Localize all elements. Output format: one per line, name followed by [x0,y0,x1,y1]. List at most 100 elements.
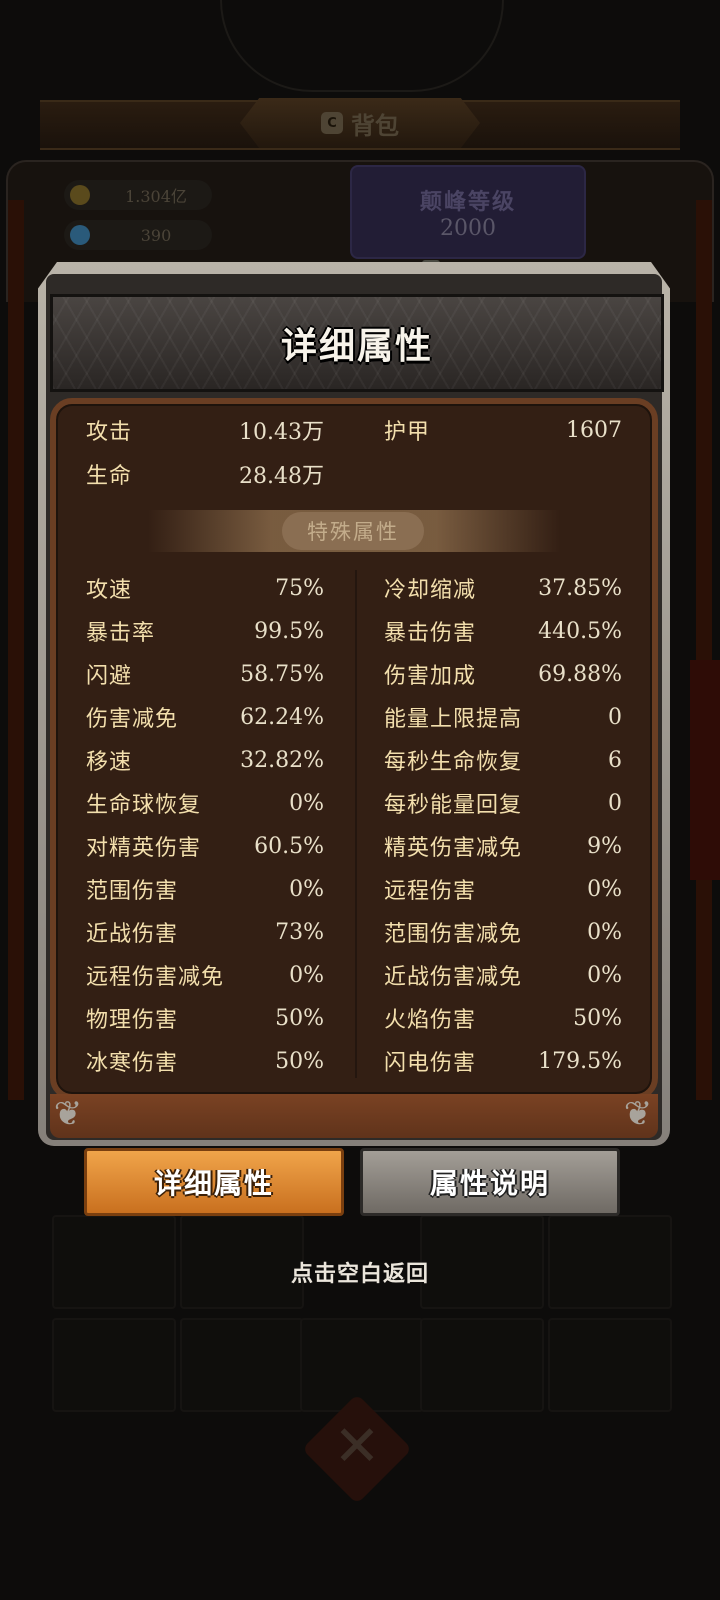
dialog-title-bar: 详细属性 [50,294,664,392]
stat-row: 移速 32.82% [86,742,324,778]
stat-value: 179.5% [538,1048,622,1074]
stat-value: 0% [587,876,622,902]
coin-icon [70,185,90,205]
stat-value: 0 [608,790,622,816]
frame-side-right [696,200,712,1100]
top-ornament [220,0,504,92]
corner-ornament-icon: ❦ [53,1094,83,1134]
stat-row: 对精英伤害 60.5% [86,828,324,864]
stat-row: 范围伤害 0% [86,871,324,907]
stat-value: 0% [289,962,324,988]
side-strip [690,660,720,880]
stat-row: 攻速 75% [86,570,324,606]
stat-name: 能量上限提高 [384,707,523,732]
stat-value: 10.43万 [239,420,324,445]
column-divider [355,570,357,1078]
stat-name: 范围伤害 [86,879,179,904]
stat-row: 冷却缩减 37.85% [384,570,622,606]
tab-detail-attributes[interactable]: 详细属性 [84,1148,344,1216]
stat-row: 远程伤害减免 0% [86,957,324,993]
special-header-label: 特殊属性 [307,520,399,544]
stat-value: 60.5% [254,833,324,859]
stat-name: 暴击伤害 [384,621,477,646]
stat-row: 能量上限提高 0 [384,699,622,735]
inventory-slot [548,1318,672,1412]
stat-value: 75% [275,575,324,601]
stat-row-attack: 攻击 10.43万 [86,412,324,448]
stat-name: 物理伤害 [86,1008,179,1033]
frame-side-left [8,200,24,1100]
peak-level-panel: 颠峰等级 2000 [350,165,586,259]
stat-name: 生命 [86,464,133,489]
stat-name: 范围伤害减免 [384,922,523,947]
stat-name: 精英伤害减免 [384,836,523,861]
stat-value: 0 [608,704,622,730]
coin-counter: 1.304亿 [64,180,212,210]
stat-row-armor: 护甲 1607 [384,412,622,448]
stat-value: 50% [275,1005,324,1031]
stat-value: 0% [587,919,622,945]
stat-row: 物理伤害 50% [86,1000,324,1036]
dialog-footer [50,1094,658,1138]
stat-name: 近战伤害减免 [384,965,523,990]
stat-value: 69.88% [538,661,622,687]
stat-row: 近战伤害减免 0% [384,957,622,993]
dialog-title: 详细属性 [280,326,433,367]
stat-name: 护甲 [384,420,431,445]
inventory-slot [180,1318,304,1412]
peak-level-value: 2000 [440,215,496,241]
stat-name: 火焰伤害 [384,1008,477,1033]
stat-row: 伤害加成 69.88% [384,656,622,692]
stat-value: 28.48万 [239,464,324,489]
stat-row: 闪电伤害 179.5% [384,1043,622,1079]
gem-value: 390 [140,225,172,245]
corner-ornament-icon: ❦ [623,1094,653,1134]
stat-name: 闪电伤害 [384,1051,477,1076]
stat-name: 移速 [86,750,133,775]
stat-name: 远程伤害 [384,879,477,904]
stat-name: 近战伤害 [86,922,179,947]
crossed-swords-icon: ✕ [333,1414,381,1479]
stat-value: 62.24% [240,704,324,730]
special-header: 特殊属性 [282,512,424,550]
stat-row: 范围伤害减免 0% [384,914,622,950]
gem-counter: 390 [64,220,212,250]
bag-tab-label: 背包 [351,111,399,140]
stat-name: 伤害减免 [86,707,179,732]
stat-row-health: 生命 28.48万 [86,456,324,492]
stat-value: 58.75% [240,661,324,687]
stat-row: 暴击伤害 440.5% [384,613,622,649]
stat-value: 0% [587,962,622,988]
inventory-slot [420,1318,544,1412]
stat-row: 每秒生命恢复 6 [384,742,622,778]
stat-row: 远程伤害 0% [384,871,622,907]
stat-value: 50% [573,1005,622,1031]
stat-row: 暴击率 99.5% [86,613,324,649]
stat-name: 攻速 [86,578,133,603]
tap-blank-to-return-hint: 点击空白返回 [290,1262,429,1287]
stat-name: 每秒生命恢复 [384,750,523,775]
stat-row: 精英伤害减免 9% [384,828,622,864]
tab-attribute-explanation[interactable]: 属性说明 [360,1148,620,1216]
stat-value: 1607 [566,417,622,443]
stat-name: 伤害加成 [384,664,477,689]
stat-row: 生命球恢复 0% [86,785,324,821]
stat-row: 每秒能量回复 0 [384,785,622,821]
stat-name: 对精英伤害 [86,836,202,861]
stat-name: 攻击 [86,420,133,445]
stat-name: 暴击率 [86,621,156,646]
stat-value: 0% [289,876,324,902]
inventory-slot [52,1318,176,1412]
bag-tab: C 背包 [240,98,480,148]
stat-value: 32.82% [240,747,324,773]
stat-value: 440.5% [538,618,622,644]
stat-row: 冰寒伤害 50% [86,1043,324,1079]
stat-value: 6 [608,747,622,773]
stat-name: 生命球恢复 [86,793,202,818]
stat-value: 9% [587,833,622,859]
stat-value: 73% [275,919,324,945]
stat-name: 远程伤害减免 [86,965,225,990]
stat-value: 37.85% [538,575,622,601]
stat-row: 火焰伤害 50% [384,1000,622,1036]
stat-name: 冰寒伤害 [86,1051,179,1076]
